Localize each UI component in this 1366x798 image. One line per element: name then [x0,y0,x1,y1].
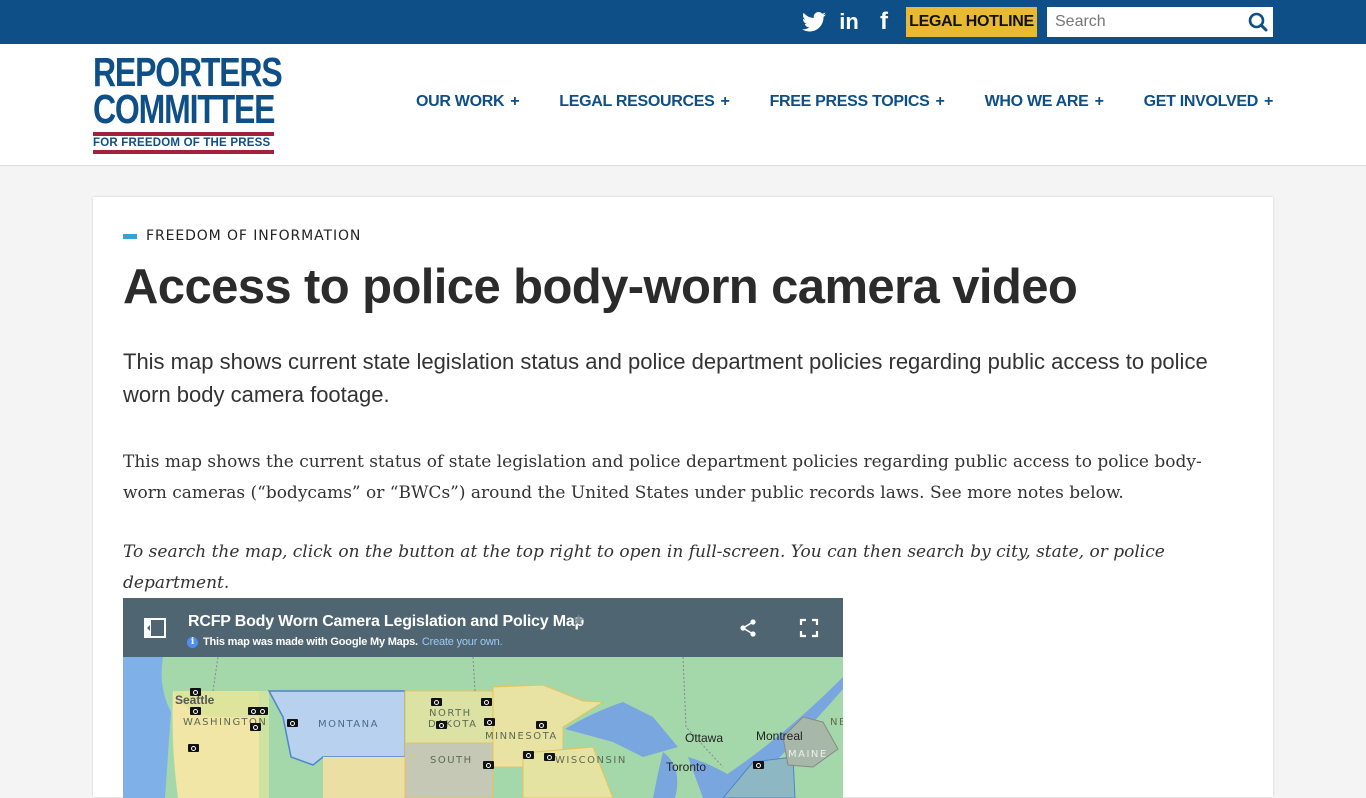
map-region-label: MAINE [788,749,828,760]
nav-free-press-topics[interactable]: FREE PRESS TOPICS + [770,93,945,111]
map-region-label: NORTH [429,708,472,719]
map-region-label: NB [830,717,843,728]
article-paragraph: This map shows the current status of sta… [123,452,1202,503]
logo[interactable]: REPORTERS COMMITTEE FOR FREEDOM OF THE P… [93,52,283,156]
map-city-label: Toronto [666,760,707,774]
category-link[interactable]: FREEDOM OF INFORMATION [123,228,361,244]
category-label: FREEDOM OF INFORMATION [146,228,362,244]
share-icon [740,619,756,637]
camera-marker-icon[interactable] [188,744,199,752]
share-button[interactable] [738,618,758,638]
info-icon: i [187,636,198,648]
twitter-link[interactable] [801,10,827,34]
map-title: RCFP Body Worn Camera Legislation and Po… [188,613,585,630]
sidebar-panel-icon [144,618,166,638]
linkedin-link[interactable]: in [836,9,862,34]
camera-marker-icon[interactable] [544,753,555,761]
camera-marker-icon[interactable] [190,707,201,715]
nav-legal-resources[interactable]: LEGAL RESOURCES + [559,93,730,111]
facebook-icon: f [880,8,888,35]
plus-icon: + [935,93,945,110]
plus-icon: + [510,93,520,110]
camera-marker-icon[interactable] [190,688,201,696]
camera-marker-icon[interactable] [484,718,495,726]
map-region-label: MINNESOTA [485,731,558,742]
map-region-label: SOUTH [430,755,473,766]
logo-rule-bottom [93,150,274,154]
camera-marker-icon[interactable] [250,723,261,731]
map-region-label: WISCONSIN [555,755,627,766]
plus-icon: + [1094,93,1104,110]
article-deck: This map shows current state legislation… [123,349,1208,407]
star-icon[interactable]: ★ [572,611,585,629]
top-bar: in f LEGAL HOTLINE [0,0,1366,44]
article-instructions: To search the map, click on the button a… [123,542,1165,593]
search-input[interactable] [1047,7,1237,37]
search-box [1047,7,1273,37]
legal-hotline-button[interactable]: LEGAL HOTLINE [906,7,1037,37]
search-icon [1248,12,1268,32]
camera-marker-icon[interactable] [287,719,298,727]
plus-icon: + [1263,93,1273,110]
article-card: FREEDOM OF INFORMATION Access to police … [93,197,1273,798]
category-accent [123,233,137,239]
nav-get-involved[interactable]: GET INVOLVED + [1144,93,1274,111]
map-embed: Seattle WASHINGTON MONTANA NORTH DAKOTA … [123,598,843,798]
map-canvas[interactable]: Seattle WASHINGTON MONTANA NORTH DAKOTA … [123,656,843,798]
map-region-label: MONTANA [318,719,379,730]
map-city-label: Montreal [756,729,803,743]
camera-marker-icon[interactable] [431,698,442,706]
site-header: REPORTERS COMMITTEE FOR FREEDOM OF THE P… [0,44,1366,166]
fullscreen-button[interactable] [799,618,819,638]
plus-icon: + [720,93,730,110]
facebook-link[interactable]: f [871,8,897,35]
camera-marker-icon[interactable] [536,721,547,729]
page-title: Access to police body-worn camera video [123,260,1078,314]
camera-marker-icon[interactable] [523,751,534,759]
camera-marker-icon[interactable] [257,707,268,715]
map-city-label: Ottawa [685,731,724,745]
map-attribution-text: This map was made with Google My Maps. [203,636,418,648]
logo-line-2: COMMITTEE [93,86,276,132]
nav-our-work[interactable]: OUR WORK + [416,93,520,111]
map-legend-toggle[interactable] [144,618,166,638]
map-header: RCFP Body Worn Camera Legislation and Po… [123,598,843,657]
nav-who-we-are[interactable]: WHO WE ARE + [985,93,1104,111]
fullscreen-icon [799,618,819,638]
linkedin-icon: in [839,9,859,34]
map-attribution: i This map was made with Google My Maps.… [187,636,503,648]
camera-marker-icon[interactable] [436,721,447,729]
main-nav: OUR WORK + LEGAL RESOURCES + FREE PRESS TO… [376,93,1273,111]
twitter-icon [802,12,826,32]
logo-rule-top [93,132,274,136]
search-button[interactable] [1247,11,1269,33]
logo-tagline: FOR FREEDOM OF THE PRESS [93,137,271,149]
camera-marker-icon[interactable] [481,698,492,706]
create-your-own-link[interactable]: Create your own. [422,636,503,648]
